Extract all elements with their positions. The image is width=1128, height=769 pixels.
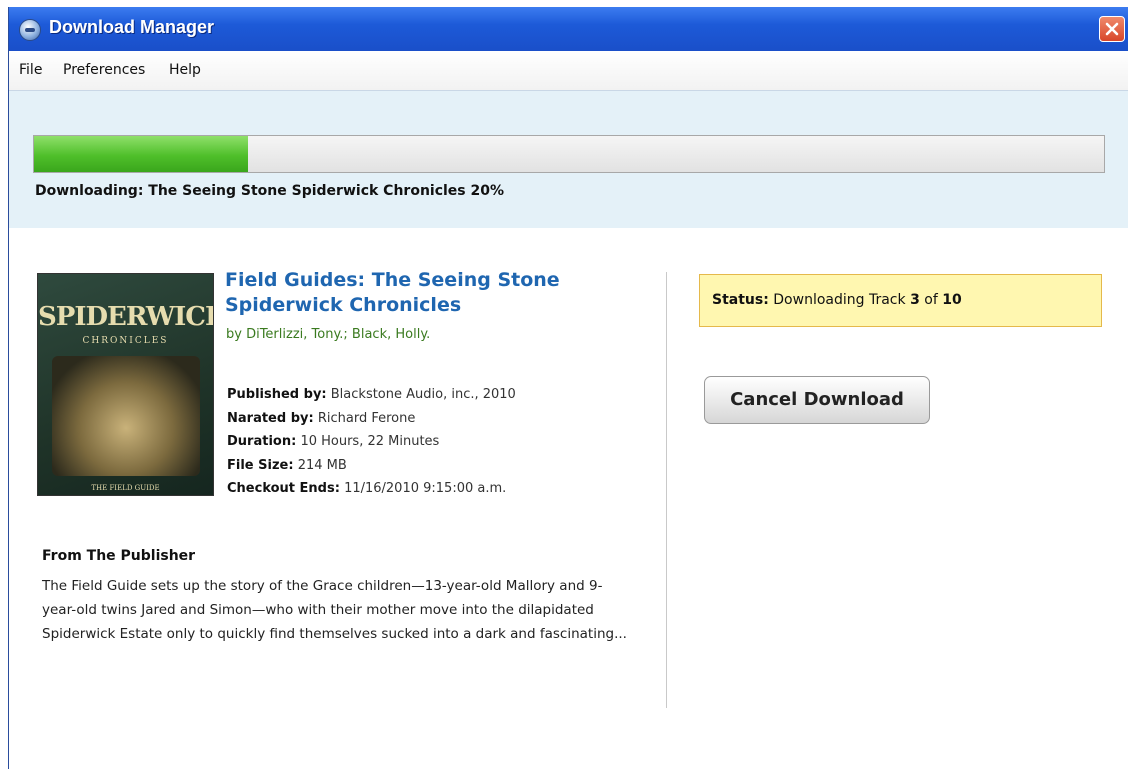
menu-bar: File Preferences Help xyxy=(9,51,1128,91)
status-total-tracks: 10 xyxy=(942,292,962,308)
menu-preferences[interactable]: Preferences xyxy=(63,62,145,78)
progress-panel: Downloading: The Seeing Stone Spiderwick… xyxy=(9,91,1128,228)
detail-label: Checkout Ends: xyxy=(227,481,340,496)
book-details: Published by: Blackstone Audio, inc., 20… xyxy=(227,383,516,501)
progress-label: Downloading: The Seeing Stone Spiderwick… xyxy=(35,183,505,199)
detail-value: Richard Ferone xyxy=(317,410,416,426)
detail-duration: Duration: 10 Hours, 22 Minutes xyxy=(227,430,516,454)
detail-label: File Size: xyxy=(227,457,294,473)
status-text: Status: Downloading Track 3 of 10 xyxy=(712,292,962,308)
cancel-download-button[interactable]: Cancel Download xyxy=(704,376,930,424)
cover-footer: THE FIELD GUIDE xyxy=(91,484,160,492)
close-button[interactable] xyxy=(1099,16,1125,42)
detail-label: Narated by: xyxy=(227,410,314,426)
detail-value: 10 Hours, 22 Minutes xyxy=(300,434,440,449)
progress-fill xyxy=(34,136,248,172)
app-icon xyxy=(19,19,41,41)
detail-label: Published by: xyxy=(227,387,327,402)
status-of: of xyxy=(924,292,938,308)
menu-file[interactable]: File xyxy=(19,62,42,78)
download-manager-window: Download Manager File Preferences Help D… xyxy=(8,7,1128,769)
progress-bar xyxy=(33,135,1105,173)
detail-value: 214 MB xyxy=(297,457,347,473)
window-title: Download Manager xyxy=(49,17,215,37)
detail-value: Blackstone Audio, inc., 2010 xyxy=(330,387,516,402)
status-current-track: 3 xyxy=(910,292,920,308)
cover-subtitle: CHRONICLES xyxy=(82,336,169,346)
column-divider xyxy=(666,272,667,708)
title-bar[interactable]: Download Manager xyxy=(9,7,1128,51)
detail-narrated: Narated by: Richard Ferone xyxy=(227,407,516,431)
detail-published: Published by: Blackstone Audio, inc., 20… xyxy=(227,383,516,407)
detail-label: Duration: xyxy=(227,434,297,449)
menu-help[interactable]: Help xyxy=(169,62,201,78)
close-icon xyxy=(1105,22,1119,36)
publisher-description: The Field Guide sets up the story of the… xyxy=(42,578,627,642)
detail-file-size: File Size: 214 MB xyxy=(227,454,516,478)
status-prefix: Downloading Track xyxy=(773,292,906,308)
cover-title: SPIDERWICK xyxy=(38,302,214,332)
book-cover-image: SPIDERWICK CHRONICLES THE FIELD GUIDE xyxy=(37,273,214,496)
book-authors: by DiTerlizzi, Tony.; Black, Holly. xyxy=(226,327,431,342)
status-box: Status: Downloading Track 3 of 10 xyxy=(699,274,1102,327)
detail-value: 11/16/2010 9:15:00 a.m. xyxy=(344,481,507,496)
book-title-link[interactable]: Field Guides: The Seeing Stone Spiderwic… xyxy=(225,268,585,318)
status-label: Status: xyxy=(712,292,769,308)
cover-illustration xyxy=(52,356,200,476)
publisher-heading: From The Publisher xyxy=(42,548,196,564)
detail-checkout-ends: Checkout Ends: 11/16/2010 9:15:00 a.m. xyxy=(227,477,516,501)
